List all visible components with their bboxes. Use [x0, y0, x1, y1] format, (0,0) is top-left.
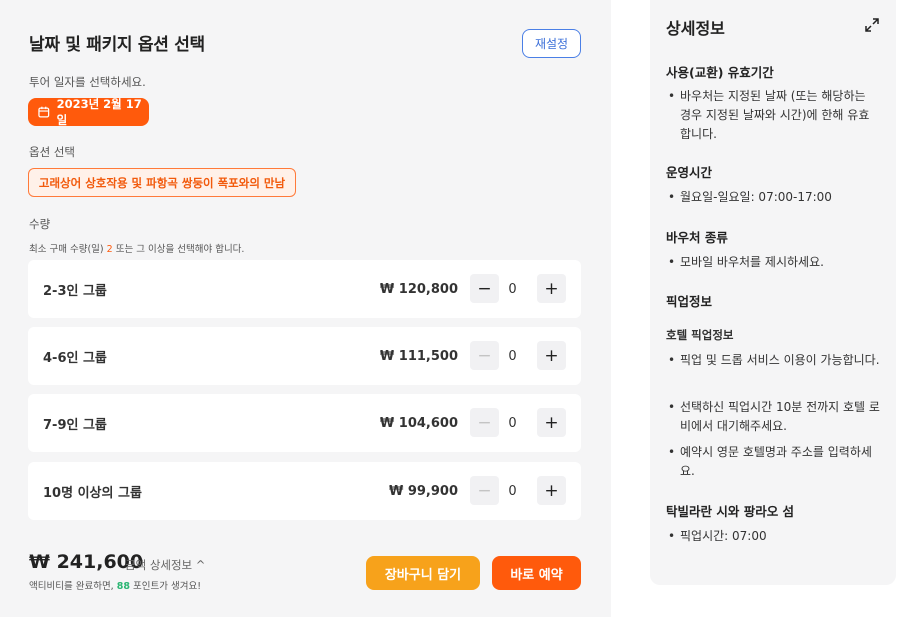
- date-chip[interactable]: 2023년 2월 17일: [28, 97, 149, 127]
- increase-button[interactable]: +: [537, 341, 566, 370]
- group-price: ₩ 111,500: [379, 348, 458, 364]
- option-chip[interactable]: 고래상어 상호작용 및 파항곡 쌍둥이 폭포와의 만남: [28, 168, 296, 197]
- group-price: ₩ 99,900: [388, 483, 458, 499]
- price-detail-toggle[interactable]: 금액 상세정보 ^: [125, 557, 205, 573]
- quantity-value: 0: [508, 348, 517, 364]
- voucher-heading: 바우처 종류: [666, 230, 728, 245]
- hotel-pickup-item: 예약시 영문 호텔명과 주소를 입력하세요.: [668, 443, 880, 481]
- book-now-button[interactable]: 바로 예약: [492, 556, 581, 590]
- min-quantity-note: 최소 구매 수량(일) 2 또는 그 이상을 선택해야 합니다.: [29, 244, 245, 255]
- group-name: 4-6인 그룹: [43, 350, 107, 366]
- add-to-cart-button[interactable]: 장바구니 담기: [366, 556, 480, 590]
- quantity-value: 0: [508, 281, 517, 297]
- details-panel: 상세정보 사용(교환) 유효기간 바우처는 지정된 날짜 (또는 해당하는 경우…: [650, 0, 896, 585]
- group-name: 7-9인 그룹: [43, 417, 107, 433]
- hotel-pickup-subheading: 호텔 픽업정보: [666, 328, 734, 342]
- pickup-heading: 픽업정보: [666, 294, 713, 309]
- quantity-row-10-plus: 10명 이상의 그룹 ₩ 99,900 − 0 +: [28, 462, 581, 520]
- voucher-item: 모바일 바우처를 제시하세요.: [668, 253, 880, 272]
- increase-button[interactable]: +: [537, 476, 566, 505]
- quantity-row-4-6: 4-6인 그룹 ₩ 111,500 − 0 +: [28, 327, 581, 385]
- group-price: ₩ 104,600: [379, 415, 458, 431]
- area-heading: 탁빌라란 시와 팡라오 섬: [666, 504, 795, 519]
- hotel-pickup-item: 선택하신 픽업시간 10분 전까지 호텔 로비에서 대기해주세요.: [668, 398, 880, 436]
- quantity-value: 0: [508, 415, 517, 431]
- decrease-button[interactable]: −: [470, 408, 499, 437]
- quantity-row-7-9: 7-9인 그룹 ₩ 104,600 − 0 +: [28, 394, 581, 452]
- hours-item: 월요일-일요일: 07:00-17:00: [668, 188, 880, 207]
- quantity-section-label: 수량: [29, 217, 51, 231]
- validity-item: 바우처는 지정된 날짜 (또는 해당하는 경우 지정된 날짜와 시간)에 한해 …: [668, 87, 880, 144]
- points-note: 액티비티를 완료하면, 88 포인트가 생겨요!: [29, 581, 201, 592]
- reset-button[interactable]: 재설정: [522, 29, 581, 58]
- details-title: 상세정보: [666, 19, 725, 38]
- option-selection-panel: 날짜 및 패키지 옵션 선택 재설정 투어 일자를 선택하세요. 2023년 2…: [0, 0, 611, 617]
- group-price: ₩ 120,800: [379, 281, 458, 297]
- decrease-button[interactable]: −: [470, 476, 499, 505]
- quantity-value: 0: [508, 483, 517, 499]
- panel-title: 날짜 및 패키지 옵션 선택: [29, 35, 205, 55]
- date-value: 2023년 2월 17일: [56, 97, 142, 127]
- increase-button[interactable]: +: [537, 274, 566, 303]
- quantity-row-2-3: 2-3인 그룹 ₩ 120,800 − 0 +: [28, 260, 581, 318]
- hotel-pickup-item: 픽업 및 드롭 서비스 이용이 가능합니다.: [668, 351, 880, 370]
- expand-icon[interactable]: [864, 17, 880, 33]
- option-section-label: 옵션 선택: [29, 145, 75, 159]
- hours-heading: 운영시간: [666, 165, 713, 180]
- calendar-icon: [38, 106, 50, 118]
- area-item: 픽업시간: 07:00: [668, 527, 880, 546]
- group-name: 2-3인 그룹: [43, 283, 107, 299]
- group-name: 10명 이상의 그룹: [43, 485, 142, 501]
- decrease-button[interactable]: −: [470, 341, 499, 370]
- date-section-label: 투어 일자를 선택하세요.: [29, 75, 146, 89]
- increase-button[interactable]: +: [537, 408, 566, 437]
- points-value: 88: [116, 581, 130, 592]
- validity-heading: 사용(교환) 유효기간: [666, 65, 774, 80]
- decrease-button[interactable]: −: [470, 274, 499, 303]
